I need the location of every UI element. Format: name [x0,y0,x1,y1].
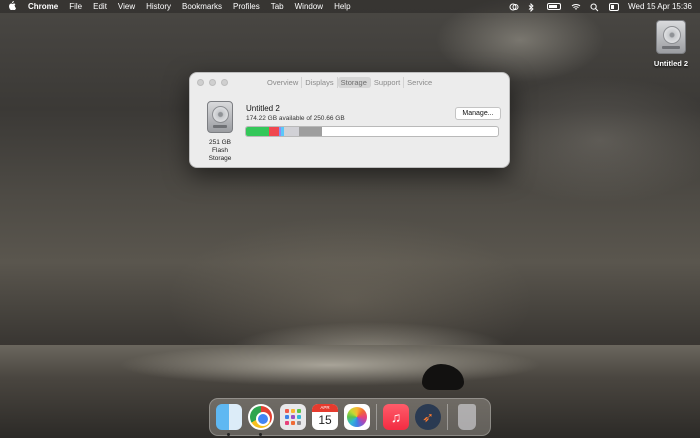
menu-history[interactable]: History [146,2,171,11]
desktop-drive[interactable]: Untitled 2 [648,20,694,68]
minimize-button[interactable] [209,79,216,86]
drive-info: 251 GB Flash Storage [200,101,240,163]
close-button[interactable] [197,79,204,86]
desktop-drive-label: Untitled 2 [653,59,689,68]
menu-view[interactable]: View [118,2,135,11]
zoom-button[interactable] [221,79,228,86]
calendar-day: 15 [318,413,332,427]
usage-segment-0[interactable] [246,127,269,136]
running-indicator [259,433,262,436]
menu-bar: Chrome File Edit View History Bookmarks … [0,0,700,13]
storage-window: Overview Displays Storage Support Servic… [189,72,510,168]
rocket-app-icon[interactable]: ➶ [415,404,441,430]
hard-drive-icon [207,101,233,133]
tab-service[interactable]: Service [404,77,435,88]
window-tabs: Overview Displays Storage Support Servic… [264,77,435,88]
status-area: Wed 15 Apr 15:36 [509,2,692,12]
usage-segment-4[interactable] [283,127,299,136]
menu-file[interactable]: File [69,2,82,11]
menu-help[interactable]: Help [334,2,350,11]
photos-icon[interactable] [344,404,370,430]
menu-profiles[interactable]: Profiles [233,2,260,11]
dock-separator [447,404,448,430]
volume-name: Untitled 2 [246,104,280,113]
desktop-wallpaper [0,0,700,438]
menu-edit[interactable]: Edit [93,2,107,11]
tab-storage[interactable]: Storage [337,77,371,88]
hard-drive-icon [656,20,686,54]
apple-menu-icon[interactable] [8,1,18,12]
dock-separator [376,404,377,430]
dock: APR 15 ♫ ➶ [209,398,491,436]
tab-support[interactable]: Support [371,77,405,88]
wifi-icon[interactable] [571,3,581,11]
window-titlebar[interactable]: Overview Displays Storage Support Servic… [190,73,509,93]
launchpad-icon[interactable] [280,404,306,430]
music-icon[interactable]: ♫ [383,404,409,430]
drive-capacity: 251 GB Flash Storage [200,139,240,163]
drive-size-label: 251 GB [208,139,232,146]
storage-usage-bar[interactable] [245,126,499,137]
control-center-icon[interactable] [609,2,620,11]
traffic-lights [197,79,228,86]
tab-displays[interactable]: Displays [302,77,338,88]
menu-window[interactable]: Window [295,2,323,11]
running-indicator [227,433,230,436]
trash-icon[interactable] [458,404,476,430]
menu-app-name[interactable]: Chrome [28,2,58,11]
menu-tab[interactable]: Tab [271,2,284,11]
battery-icon[interactable] [547,3,562,10]
search-icon[interactable] [590,3,599,11]
calendar-month: APR [312,404,338,412]
creative-cloud-icon[interactable] [509,3,519,11]
usage-segment-1[interactable] [268,127,279,136]
usage-segment-5[interactable] [298,127,322,136]
bluetooth-icon[interactable] [528,2,537,12]
volume-available: 174.22 GB available of 250.66 GB [246,115,345,122]
tab-overview[interactable]: Overview [264,77,303,88]
chrome-icon[interactable] [248,404,274,436]
storage-content: 251 GB Flash Storage Untitled 2 174.22 G… [190,95,509,167]
finder-icon[interactable] [216,404,242,436]
menu-bookmarks[interactable]: Bookmarks [182,2,222,11]
drive-type-label: Flash Storage [208,147,232,162]
menu-clock[interactable]: Wed 15 Apr 15:36 [628,2,692,11]
calendar-icon[interactable]: APR 15 [312,404,338,430]
manage-button[interactable]: Manage... [455,107,501,120]
